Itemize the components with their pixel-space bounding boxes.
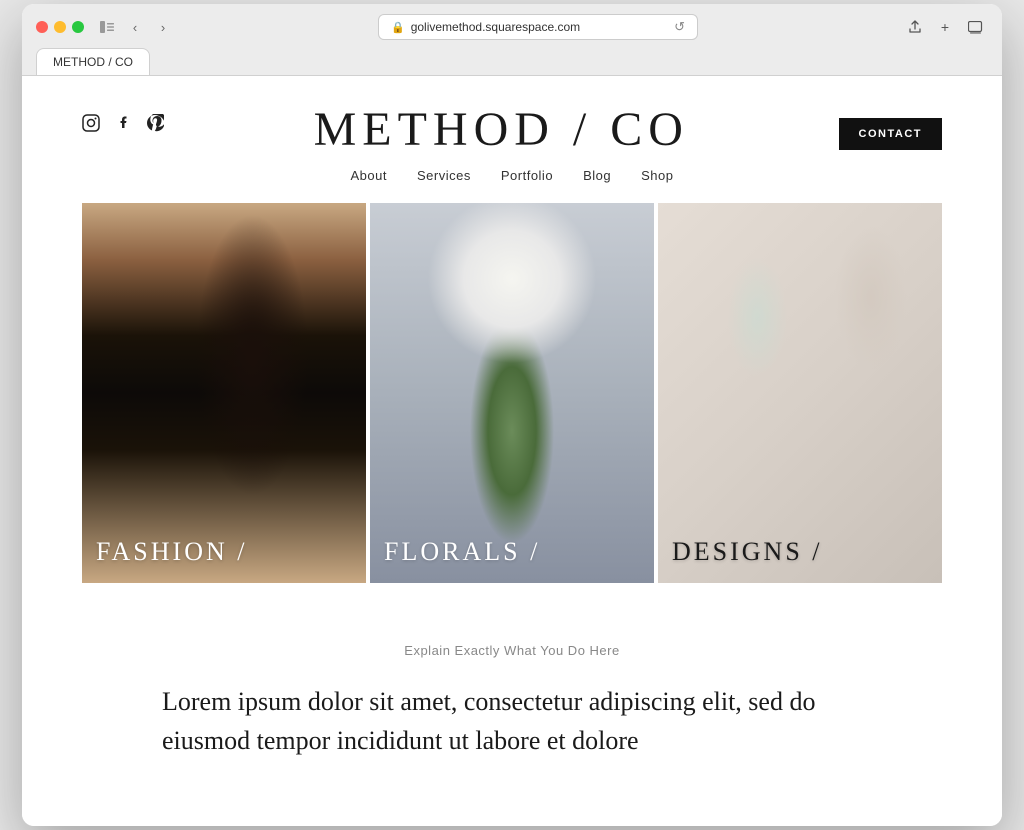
instagram-icon[interactable] <box>82 114 100 132</box>
fashion-image <box>82 203 366 583</box>
nav-portfolio[interactable]: Portfolio <box>501 168 553 183</box>
florals-image <box>370 203 654 583</box>
active-tab[interactable]: METHOD / CO <box>36 48 150 75</box>
url-text: golivemethod.squarespace.com <box>411 20 580 34</box>
designs-label: DESIGNS / <box>672 537 823 567</box>
traffic-lights <box>36 21 84 33</box>
facebook-icon[interactable] <box>114 114 132 132</box>
minimize-button[interactable] <box>54 21 66 33</box>
body-text: Lorem ipsum dolor sit amet, consectetur … <box>162 682 862 760</box>
close-button[interactable] <box>36 21 48 33</box>
nav-blog[interactable]: Blog <box>583 168 611 183</box>
nav-shop[interactable]: Shop <box>641 168 673 183</box>
new-tab-button[interactable]: + <box>932 14 958 40</box>
address-bar-container: 🔒 golivemethod.squarespace.com ↺ <box>182 14 894 40</box>
browser-tab-bar: METHOD / CO <box>36 48 988 75</box>
nav-services[interactable]: Services <box>417 168 471 183</box>
windows-button[interactable] <box>962 14 988 40</box>
browser-window: ‹ › 🔒 golivemethod.squarespace.com ↺ + <box>22 4 1002 826</box>
designs-image <box>658 203 942 583</box>
nav-about[interactable]: About <box>351 168 387 183</box>
contact-button[interactable]: CONTACT <box>839 118 942 150</box>
gallery-item-florals[interactable]: FLORALS / <box>370 203 654 583</box>
site-header: METHOD / CO CONTACT <box>22 76 1002 154</box>
sidebar-toggle-button[interactable] <box>96 16 118 38</box>
site-title-area: METHOD / CO <box>164 106 839 154</box>
content-subtitle: Explain Exactly What You Do Here <box>82 643 942 658</box>
contact-button-container: CONTACT <box>839 106 942 150</box>
lock-icon: 🔒 <box>391 21 405 34</box>
browser-controls: ‹ › <box>96 16 174 38</box>
fashion-label: FASHION / <box>96 537 247 567</box>
address-bar[interactable]: 🔒 golivemethod.squarespace.com ↺ <box>378 14 698 40</box>
reload-icon[interactable]: ↺ <box>674 19 685 35</box>
site-title: METHOD / CO <box>164 106 839 154</box>
website-content: METHOD / CO CONTACT About Services Portf… <box>22 76 1002 826</box>
forward-button[interactable]: › <box>152 16 174 38</box>
social-icons <box>82 106 164 132</box>
browser-chrome: ‹ › 🔒 golivemethod.squarespace.com ↺ + <box>22 4 1002 76</box>
back-button[interactable]: ‹ <box>124 16 146 38</box>
fullscreen-button[interactable] <box>72 21 84 33</box>
browser-actions: + <box>902 14 988 40</box>
gallery: FASHION / <box>82 203 942 583</box>
pinterest-icon[interactable] <box>146 114 164 132</box>
content-section: Explain Exactly What You Do Here Lorem i… <box>22 583 1002 800</box>
gallery-item-designs[interactable]: DESIGNS / <box>658 203 942 583</box>
site-nav: About Services Portfolio Blog Shop <box>22 154 1002 203</box>
share-button[interactable] <box>902 14 928 40</box>
gallery-item-fashion[interactable]: FASHION / <box>82 203 366 583</box>
florals-label: FLORALS / <box>384 537 540 567</box>
